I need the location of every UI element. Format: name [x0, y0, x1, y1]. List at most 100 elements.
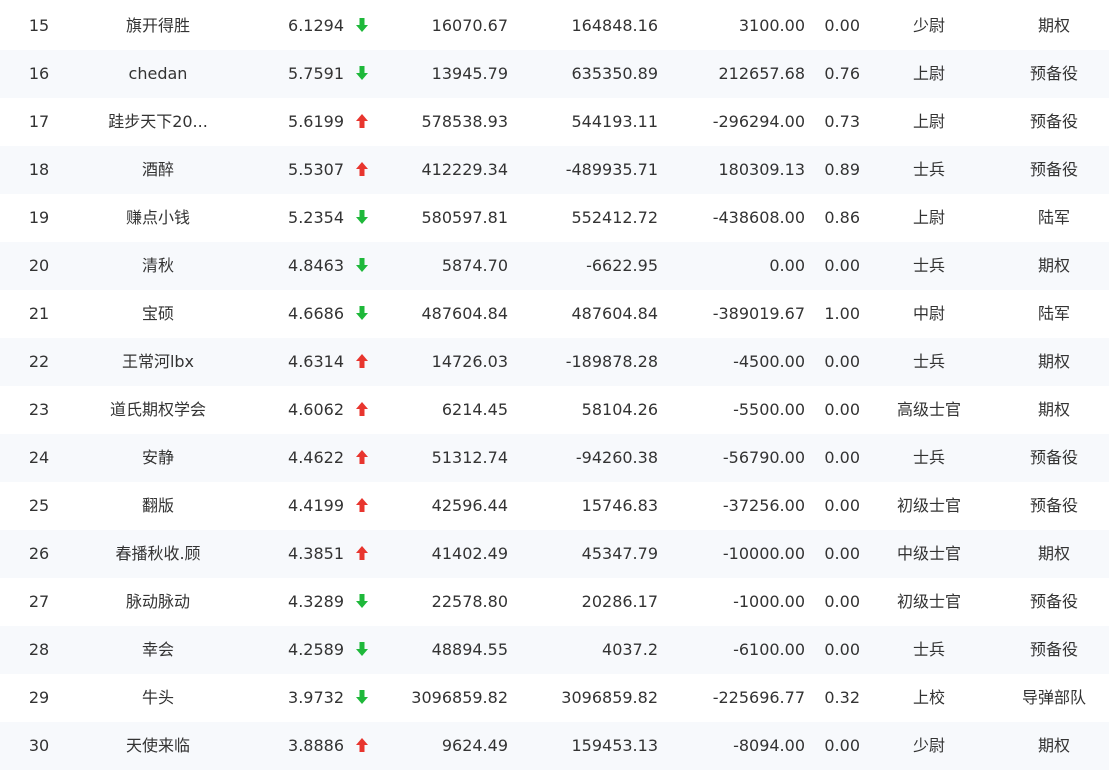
- trader-name-cell[interactable]: 宝硕: [78, 290, 238, 338]
- table-row[interactable]: 15 旗开得胜 6.1294 16070.67 164848.16 3100.00 0.00…: [0, 2, 1109, 50]
- rank-cell: 22: [28, 352, 50, 371]
- arrow-up-icon: [350, 98, 374, 146]
- table-row[interactable]: 24 安静 4.4622 51312.74 -94260.38 -56790.00 0.00…: [0, 434, 1109, 482]
- military-rank-cell: 少尉: [912, 16, 945, 35]
- ratio-cell: 0.32: [824, 688, 860, 707]
- trader-name-cell[interactable]: 翻版: [78, 482, 238, 530]
- value-2-cell: 58104.26: [581, 400, 658, 419]
- rank-cell: 29: [28, 688, 50, 707]
- group-cell: 预备役: [1029, 64, 1078, 83]
- ratio-cell: 0.89: [824, 160, 860, 179]
- value-3-cell: -8094.00: [733, 736, 805, 755]
- arrow-down-icon: [350, 2, 374, 50]
- arrow-up-icon: [350, 722, 374, 770]
- value-2-cell: 164848.16: [571, 16, 658, 35]
- value-3-cell: -296294.00: [712, 112, 805, 131]
- score-cell: 4.4622: [288, 448, 344, 467]
- ratio-cell: 0.00: [824, 352, 860, 371]
- rank-cell: 24: [28, 448, 50, 467]
- value-3-cell: -6100.00: [733, 640, 805, 659]
- ratio-cell: 0.00: [824, 544, 860, 563]
- ratio-cell: 0.00: [824, 496, 860, 515]
- trader-name-cell[interactable]: 赚点小钱: [78, 194, 238, 242]
- score-cell: 5.5307: [288, 160, 344, 179]
- score-cell: 4.3289: [288, 592, 344, 611]
- group-cell: 期权: [1037, 544, 1070, 563]
- value-3-cell: -37256.00: [722, 496, 805, 515]
- group-cell: 预备役: [1029, 592, 1078, 611]
- trader-name-cell[interactable]: chedan: [78, 50, 238, 98]
- score-cell: 4.8463: [288, 256, 344, 275]
- trader-name-cell[interactable]: 王常河lbx: [78, 338, 238, 386]
- value-1-cell: 9624.49: [441, 736, 508, 755]
- table-row[interactable]: 22 王常河lbx 4.6314 14726.03 -189878.28 -4500.00…: [0, 338, 1109, 386]
- value-2-cell: 552412.72: [571, 208, 658, 227]
- trader-name-cell[interactable]: 道氏期权学会: [78, 386, 238, 434]
- value-1-cell: 13945.79: [431, 64, 508, 83]
- value-2-cell: 20286.17: [581, 592, 658, 611]
- table-row[interactable]: 27 脉动脉动 4.3289 22578.80 20286.17 -1000.00 0.00…: [0, 578, 1109, 626]
- score-cell: 4.2589: [288, 640, 344, 659]
- table-row[interactable]: 20 清秋 4.8463 5874.70 -6622.95 0.00 0.00 士兵 期权: [0, 242, 1109, 290]
- score-cell: 4.3851: [288, 544, 344, 563]
- trader-name-cell[interactable]: 幸会: [78, 626, 238, 674]
- value-1-cell: 41402.49: [431, 544, 508, 563]
- trader-name-cell[interactable]: 春播秋收.顾: [78, 530, 238, 578]
- trader-name-cell[interactable]: 酒醉: [78, 146, 238, 194]
- group-cell: 预备役: [1029, 160, 1078, 179]
- arrow-up-icon: [350, 482, 374, 530]
- trader-name-cell[interactable]: 跬步天下20...: [78, 98, 238, 146]
- table-row[interactable]: 17 跬步天下20... 5.6199 578538.93 544193.11 -2962…: [0, 98, 1109, 146]
- score-cell: 5.2354: [288, 208, 344, 227]
- table-row[interactable]: 29 牛头 3.9732 3096859.82 3096859.82 -225696.77…: [0, 674, 1109, 722]
- arrow-up-icon: [350, 434, 374, 482]
- arrow-down-icon: [350, 50, 374, 98]
- rank-cell: 19: [28, 208, 50, 227]
- rank-cell: 18: [28, 160, 50, 179]
- arrow-up-icon: [350, 530, 374, 578]
- military-rank-cell: 士兵: [912, 448, 945, 467]
- table-row[interactable]: 28 幸会 4.2589 48894.55 4037.2 -6100.00 0.00 士兵 预备…: [0, 626, 1109, 674]
- table-row[interactable]: 16 chedan 5.7591 13945.79 635350.89 212657.68…: [0, 50, 1109, 98]
- table-row[interactable]: 30 天使来临 3.8886 9624.49 159453.13 -8094.00 0.00…: [0, 722, 1109, 770]
- ratio-cell: 0.00: [824, 640, 860, 659]
- value-3-cell: -389019.67: [712, 304, 805, 323]
- ratio-cell: 0.86: [824, 208, 860, 227]
- table-row[interactable]: 25 翻版 4.4199 42596.44 15746.83 -37256.00 0.00 初…: [0, 482, 1109, 530]
- rank-cell: 25: [28, 496, 50, 515]
- value-2-cell: -189878.28: [565, 352, 658, 371]
- ratio-cell: 0.00: [824, 592, 860, 611]
- value-2-cell: 159453.13: [571, 736, 658, 755]
- table-row[interactable]: 21 宝硕 4.6686 487604.84 487604.84 -389019.67 1.…: [0, 290, 1109, 338]
- trader-name-cell[interactable]: 旗开得胜: [78, 2, 238, 50]
- arrow-down-icon: [350, 578, 374, 626]
- trader-name-cell[interactable]: 清秋: [78, 242, 238, 290]
- value-1-cell: 14726.03: [431, 352, 508, 371]
- group-cell: 预备役: [1029, 640, 1078, 659]
- table-row[interactable]: 23 道氏期权学会 4.6062 6214.45 58104.26 -5500.00 0.0…: [0, 386, 1109, 434]
- trader-name-cell[interactable]: 脉动脉动: [78, 578, 238, 626]
- table-row[interactable]: 19 赚点小钱 5.2354 580597.81 552412.72 -438608.00…: [0, 194, 1109, 242]
- rank-cell: 21: [28, 304, 50, 323]
- group-cell: 期权: [1037, 256, 1070, 275]
- score-cell: 4.6314: [288, 352, 344, 371]
- military-rank-cell: 初级士官: [896, 496, 961, 515]
- table-row[interactable]: 26 春播秋收.顾 4.3851 41402.49 45347.79 -10000.00 0…: [0, 530, 1109, 578]
- score-cell: 5.6199: [288, 112, 344, 131]
- group-cell: 期权: [1037, 16, 1070, 35]
- value-2-cell: 3096859.82: [561, 688, 658, 707]
- trader-name-cell[interactable]: 牛头: [78, 674, 238, 722]
- ranking-table: 15 旗开得胜 6.1294 16070.67 164848.16 3100.00 0.00…: [0, 2, 1109, 770]
- value-3-cell: -4500.00: [733, 352, 805, 371]
- arrow-down-icon: [350, 194, 374, 242]
- trader-name-cell[interactable]: 天使来临: [78, 722, 238, 770]
- military-rank-cell: 士兵: [912, 640, 945, 659]
- table-row[interactable]: 18 酒醉 5.5307 412229.34 -489935.71 180309.13 0.…: [0, 146, 1109, 194]
- trader-name-cell[interactable]: 安静: [78, 434, 238, 482]
- arrow-down-icon: [350, 290, 374, 338]
- value-1-cell: 580597.81: [421, 208, 508, 227]
- rank-cell: 16: [28, 64, 50, 83]
- value-1-cell: 3096859.82: [411, 688, 508, 707]
- value-2-cell: 635350.89: [571, 64, 658, 83]
- value-2-cell: 487604.84: [571, 304, 658, 323]
